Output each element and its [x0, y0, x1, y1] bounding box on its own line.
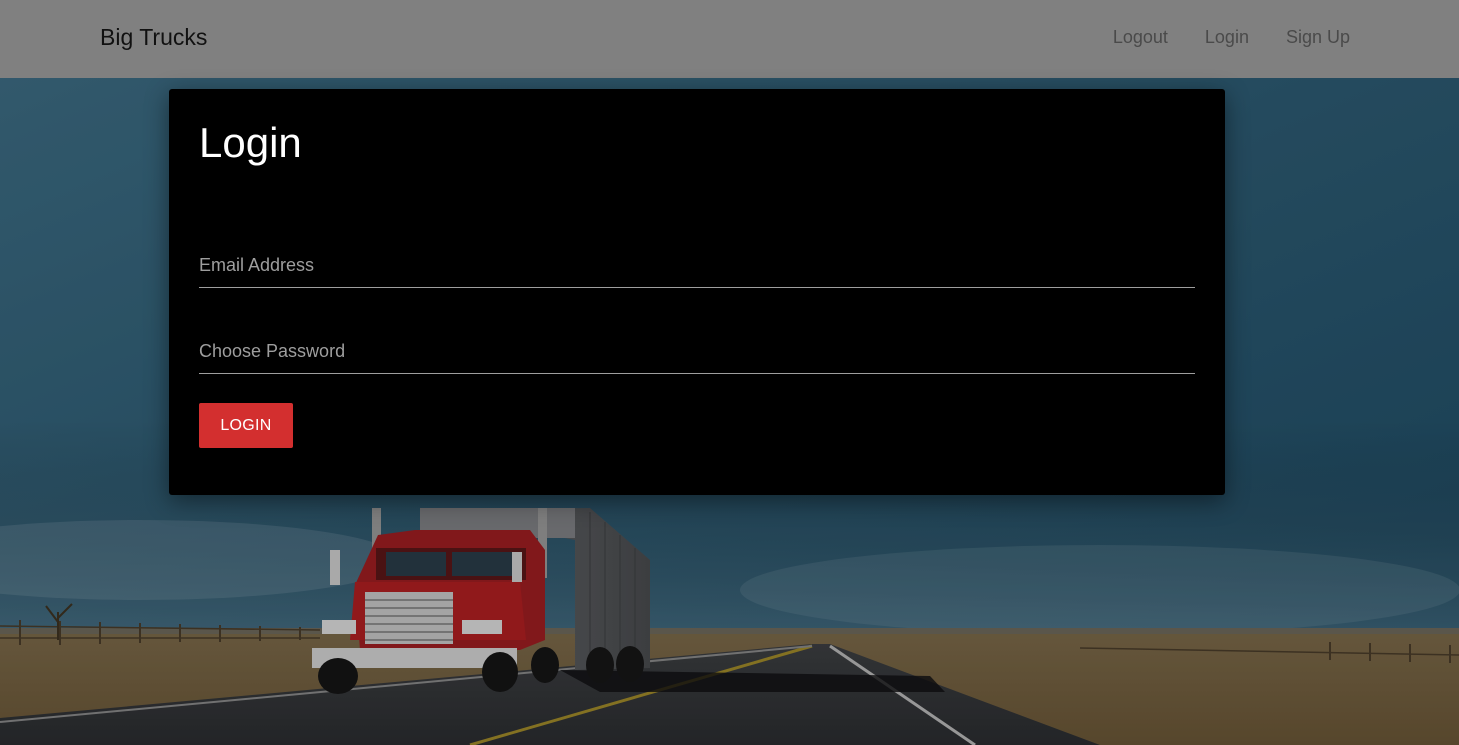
nav-signup-link[interactable]: Sign Up	[1286, 27, 1350, 48]
login-title: Login	[199, 119, 302, 166]
brand-logo-text[interactable]: Big Trucks	[100, 24, 207, 51]
password-field-wrapper	[199, 329, 1195, 374]
top-navbar: Big Trucks Logout Login Sign Up	[0, 0, 1459, 78]
email-field-wrapper	[199, 243, 1195, 288]
login-card: Login LOGIN	[169, 89, 1225, 495]
nav-logout-link[interactable]: Logout	[1113, 27, 1168, 48]
email-input[interactable]	[199, 243, 1195, 287]
nav-links: Logout Login Sign Up	[1113, 27, 1350, 48]
nav-login-link[interactable]: Login	[1205, 27, 1249, 48]
page: Big Trucks Logout Login Sign Up Login LO…	[0, 0, 1459, 745]
login-submit-button[interactable]: LOGIN	[199, 403, 293, 448]
password-input[interactable]	[199, 329, 1195, 373]
